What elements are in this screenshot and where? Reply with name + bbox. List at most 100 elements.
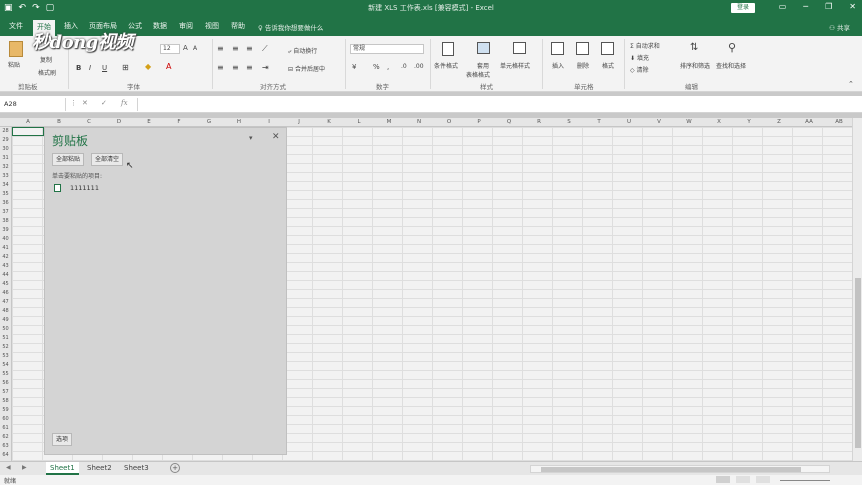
enter-icon[interactable]: ✓	[101, 99, 107, 107]
row-header[interactable]: 58	[0, 398, 11, 404]
row-header[interactable]: 34	[0, 182, 11, 188]
orientation-icon[interactable]: ⟋	[262, 44, 268, 54]
close-icon[interactable]: ✕	[272, 132, 280, 142]
tab-view[interactable]: 视图	[205, 21, 219, 31]
row-header[interactable]: 59	[0, 407, 11, 413]
prev-sheet-icon[interactable]: ◀	[6, 464, 11, 471]
row-header[interactable]: 48	[0, 308, 11, 314]
tell-me-search[interactable]: ♀ 告诉我你想要做什么	[258, 22, 323, 32]
row-header[interactable]: 50	[0, 326, 11, 332]
row-header[interactable]: 60	[0, 416, 11, 422]
column-header[interactable]: K	[314, 119, 344, 125]
page-layout-view-icon[interactable]	[736, 476, 750, 483]
bold-button[interactable]: B	[76, 64, 81, 72]
cancel-icon[interactable]: ✕	[82, 99, 88, 107]
close-icon[interactable]: ✕	[849, 2, 856, 11]
insert-function-button[interactable]: fx	[121, 99, 128, 107]
share-button[interactable]: ⚇ 共享	[829, 22, 850, 32]
name-box[interactable]: A28	[2, 98, 66, 111]
row-header[interactable]: 49	[0, 317, 11, 323]
row-header[interactable]: 31	[0, 155, 11, 161]
align-right-icon[interactable]: ≡	[246, 63, 253, 72]
row-header[interactable]: 63	[0, 443, 11, 449]
formula-input[interactable]	[137, 98, 852, 111]
vertical-scroll-thumb[interactable]	[855, 278, 861, 448]
column-header[interactable]: U	[614, 119, 644, 125]
row-header[interactable]: 57	[0, 389, 11, 395]
column-header[interactable]: C	[74, 119, 104, 125]
table-format-button-line1[interactable]: 套用	[477, 61, 489, 70]
align-middle-icon[interactable]: ≡	[232, 44, 239, 53]
row-header[interactable]: 32	[0, 164, 11, 170]
underline-button[interactable]: U	[102, 64, 107, 72]
align-bottom-icon[interactable]: ≡	[246, 44, 253, 53]
row-header[interactable]: 61	[0, 425, 11, 431]
indent-icon[interactable]: ⇥	[262, 63, 269, 72]
row-header[interactable]: 40	[0, 236, 11, 242]
copy-button[interactable]: 复制	[40, 55, 52, 64]
font-size-select[interactable]: 12	[160, 44, 180, 54]
column-header[interactable]: Z	[764, 119, 794, 125]
row-header[interactable]: 51	[0, 335, 11, 341]
number-format-select[interactable]: 常规	[350, 44, 424, 54]
italic-button[interactable]: I	[89, 64, 91, 72]
borders-icon[interactable]: ⊞	[122, 63, 129, 72]
column-header[interactable]: J	[284, 119, 314, 125]
tab-data[interactable]: 数据	[153, 21, 167, 31]
column-header[interactable]: B	[44, 119, 74, 125]
fill-button[interactable]: ⬇ 填充	[630, 53, 649, 62]
horizontal-scroll-thumb[interactable]	[541, 467, 801, 472]
row-header[interactable]: 41	[0, 245, 11, 251]
vertical-scrollbar[interactable]	[852, 118, 862, 461]
pane-options-icon[interactable]: ▾	[249, 134, 253, 142]
decrease-font-icon[interactable]: A	[193, 45, 197, 52]
row-header[interactable]: 35	[0, 191, 11, 197]
align-center-icon[interactable]: ≡	[232, 63, 239, 72]
row-header[interactable]: 44	[0, 272, 11, 278]
clear-all-button[interactable]: 全部清空	[91, 153, 124, 166]
column-header[interactable]: I	[254, 119, 284, 125]
column-header[interactable]: T	[584, 119, 614, 125]
row-header[interactable]: 42	[0, 254, 11, 260]
currency-icon[interactable]: ¥	[352, 63, 356, 71]
clear-button[interactable]: ◇ 清除	[630, 65, 649, 74]
column-header[interactable]: P	[464, 119, 494, 125]
column-header[interactable]: AA	[794, 119, 824, 125]
find-select-icon[interactable]: ⚲	[728, 41, 736, 54]
column-header[interactable]: E	[134, 119, 164, 125]
normal-view-icon[interactable]	[716, 476, 730, 483]
insert-cells-button[interactable]: 插入	[552, 61, 564, 70]
paste-button[interactable]: 粘贴	[8, 60, 20, 69]
options-button[interactable]: 选项	[52, 433, 73, 446]
row-header[interactable]: 45	[0, 281, 11, 287]
column-header[interactable]: H	[224, 119, 254, 125]
delete-cells-icon[interactable]	[576, 42, 589, 55]
row-header[interactable]: 52	[0, 344, 11, 350]
cell-styles-icon[interactable]	[513, 42, 526, 54]
column-header[interactable]: Y	[734, 119, 764, 125]
row-header[interactable]: 47	[0, 299, 11, 305]
tab-help[interactable]: 帮助	[231, 21, 245, 31]
zoom-slider[interactable]	[780, 480, 830, 481]
autosum-button[interactable]: Σ 自动求和	[630, 41, 660, 50]
login-button[interactable]: 登录	[731, 3, 755, 13]
conditional-format-button[interactable]: 条件格式	[434, 61, 458, 70]
selected-cell[interactable]	[12, 127, 44, 136]
column-header[interactable]: N	[404, 119, 434, 125]
column-header[interactable]: AB	[824, 119, 852, 125]
row-header[interactable]: 62	[0, 434, 11, 440]
table-format-button-line2[interactable]: 表格格式	[466, 70, 490, 79]
merge-center-button[interactable]: ⊟ 合并后居中	[288, 64, 325, 73]
row-header[interactable]: 30	[0, 146, 11, 152]
percent-icon[interactable]: %	[373, 63, 380, 71]
paste-icon[interactable]	[9, 41, 23, 57]
column-header[interactable]: Q	[494, 119, 524, 125]
row-header[interactable]: 28	[0, 128, 11, 134]
fill-color-icon[interactable]: ◆	[145, 62, 151, 71]
comma-icon[interactable]: ,	[387, 63, 389, 71]
column-header[interactable]: D	[104, 119, 134, 125]
insert-cells-icon[interactable]	[551, 42, 564, 55]
column-header[interactable]: W	[674, 119, 704, 125]
row-header[interactable]: 43	[0, 263, 11, 269]
column-header[interactable]: L	[344, 119, 374, 125]
